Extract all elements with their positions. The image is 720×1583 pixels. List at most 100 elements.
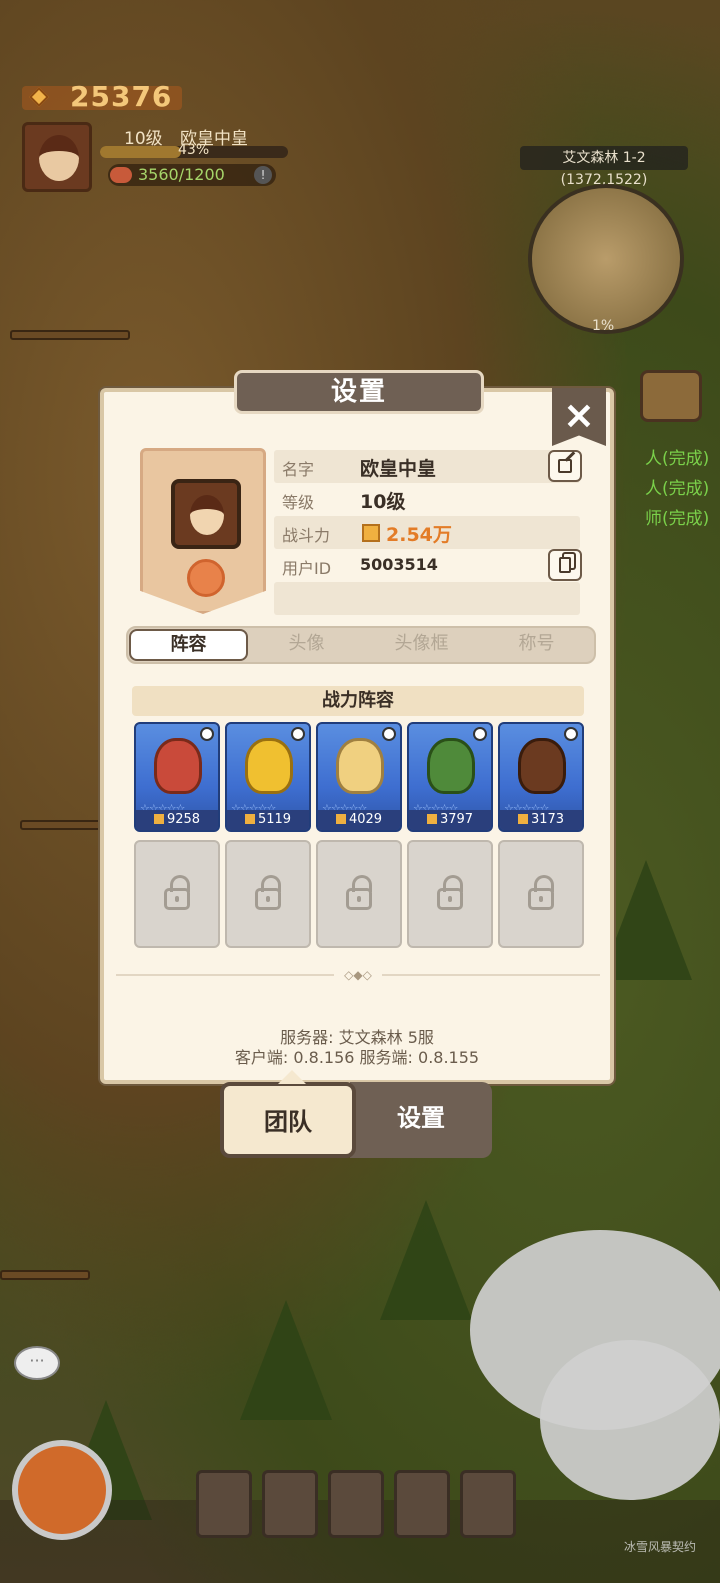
xp-percent: 43% bbox=[178, 142, 210, 158]
uid-label: 用户ID bbox=[282, 559, 332, 578]
chat-icon[interactable]: ··· bbox=[14, 1346, 60, 1380]
class-icon bbox=[291, 727, 305, 741]
edit-icon bbox=[558, 459, 572, 473]
gold-icon bbox=[29, 87, 49, 107]
power-icon bbox=[153, 814, 164, 824]
level-row: 等级 10级 bbox=[274, 483, 580, 516]
tab-team[interactable]: 团队 bbox=[220, 1070, 356, 1158]
power-row: 战斗力 2.54万 bbox=[274, 516, 580, 549]
team-member[interactable] bbox=[196, 1470, 252, 1538]
locked-slot[interactable] bbox=[316, 840, 402, 948]
hero-card[interactable]: ☆☆☆☆☆ 5119 bbox=[225, 722, 311, 832]
settings-dialog: 设置 ✕ 名字 欧皇中皇 等级 10级 战斗力 2.54万 用户ID 50035… bbox=[100, 370, 614, 1084]
background-fence bbox=[0, 1270, 90, 1280]
gold-value: 25376 bbox=[70, 80, 173, 113]
hero-portrait bbox=[245, 738, 293, 794]
hero-power: 3173 bbox=[500, 810, 582, 830]
name-row: 名字 欧皇中皇 bbox=[274, 450, 582, 483]
profile-avatar[interactable] bbox=[171, 479, 241, 549]
locked-slot[interactable] bbox=[134, 840, 220, 948]
quest-item[interactable]: 人(完成) bbox=[645, 474, 709, 499]
quest-item[interactable]: 人(完成) bbox=[645, 444, 709, 469]
power-icon bbox=[426, 814, 437, 824]
level-label: 等级 bbox=[282, 493, 315, 512]
quest-item[interactable]: 师(完成) bbox=[645, 504, 709, 529]
class-icon bbox=[382, 727, 396, 741]
locked-slot[interactable] bbox=[225, 840, 311, 948]
minimap[interactable] bbox=[528, 184, 684, 334]
background-tree bbox=[380, 1200, 472, 1320]
power-icon bbox=[517, 814, 528, 824]
emblem-icon bbox=[187, 559, 225, 597]
background-tree bbox=[240, 1300, 332, 1420]
player-avatar[interactable] bbox=[22, 122, 92, 192]
food-counter: 3560/1200 ! bbox=[108, 164, 276, 186]
name-label: 名字 bbox=[282, 460, 315, 479]
hero-power: 4029 bbox=[318, 810, 400, 830]
class-icon bbox=[473, 727, 487, 741]
profile-banner bbox=[140, 448, 266, 614]
lineup-title: 战力阵容 bbox=[132, 686, 584, 716]
tab-avatar[interactable]: 头像 bbox=[249, 628, 364, 662]
hero-portrait bbox=[518, 738, 566, 794]
close-button[interactable]: ✕ bbox=[552, 388, 606, 446]
info-icon[interactable]: ! bbox=[254, 166, 272, 184]
lock-icon bbox=[164, 875, 190, 910]
background-fence bbox=[10, 330, 130, 340]
class-icon bbox=[564, 727, 578, 741]
meat-icon bbox=[110, 167, 132, 183]
divider-ornament: ◇◆◇ bbox=[334, 966, 382, 984]
xp-bar-fill bbox=[100, 146, 181, 158]
profile-tabs: 阵容 头像 头像框 称号 bbox=[126, 626, 596, 664]
power-value: 2.54万 bbox=[386, 524, 452, 546]
power-icon bbox=[362, 524, 380, 542]
tab-title[interactable]: 称号 bbox=[479, 628, 594, 662]
empty-row bbox=[274, 582, 580, 615]
hero-portrait bbox=[427, 738, 475, 794]
hero-power: 3797 bbox=[409, 810, 491, 830]
lock-icon bbox=[255, 875, 281, 910]
hero-card[interactable]: ☆☆☆☆☆ 3797 bbox=[407, 722, 493, 832]
locked-slot[interactable] bbox=[407, 840, 493, 948]
copy-uid-button[interactable] bbox=[548, 549, 582, 581]
name-value: 欧皇中皇 bbox=[360, 458, 437, 480]
leader-portrait[interactable] bbox=[12, 1440, 112, 1540]
tab-settings[interactable]: 设置 bbox=[350, 1082, 492, 1158]
power-icon bbox=[335, 814, 346, 824]
tab-avatar-frame[interactable]: 头像框 bbox=[364, 628, 479, 662]
locked-slot[interactable] bbox=[498, 840, 584, 948]
hero-portrait bbox=[154, 738, 202, 794]
fog-cloud bbox=[540, 1340, 720, 1500]
hero-portrait bbox=[336, 738, 384, 794]
area-name: 艾文森林 1-2 bbox=[520, 146, 688, 170]
uid-row: 用户ID 5003514 bbox=[274, 549, 582, 582]
lock-icon bbox=[437, 875, 463, 910]
gold-counter: 25376 bbox=[22, 80, 182, 113]
food-value: 3560/1200 bbox=[138, 165, 225, 184]
power-label: 战斗力 bbox=[282, 526, 331, 545]
uid-value: 5003514 bbox=[360, 555, 438, 574]
lock-icon bbox=[528, 875, 554, 910]
team-member[interactable] bbox=[394, 1470, 450, 1538]
quest-button[interactable] bbox=[640, 370, 702, 422]
profile-info: 名字 欧皇中皇 等级 10级 战斗力 2.54万 用户ID 5003514 bbox=[274, 450, 582, 615]
explore-percent: 1% bbox=[592, 318, 615, 334]
level-value: 10级 bbox=[360, 491, 406, 513]
lock-icon bbox=[346, 875, 372, 910]
class-icon bbox=[200, 727, 214, 741]
version-info: 客户端: 0.8.156 服务端: 0.8.155 bbox=[234, 1048, 480, 1067]
edit-name-button[interactable] bbox=[548, 450, 582, 482]
team-member[interactable] bbox=[460, 1470, 516, 1538]
team-member[interactable] bbox=[262, 1470, 318, 1538]
hero-card[interactable]: ☆☆☆☆☆ 4029 bbox=[316, 722, 402, 832]
hero-card[interactable]: ☆☆☆☆☆ 9258 bbox=[134, 722, 220, 832]
team-member[interactable] bbox=[328, 1470, 384, 1538]
hero-power: 5119 bbox=[227, 810, 309, 830]
close-icon: ✕ bbox=[563, 396, 595, 437]
tab-lineup[interactable]: 阵容 bbox=[129, 629, 248, 661]
copy-icon bbox=[559, 557, 571, 573]
hero-card[interactable]: ☆☆☆☆☆ 3173 bbox=[498, 722, 584, 832]
team-strip bbox=[196, 1470, 516, 1538]
power-icon bbox=[244, 814, 255, 824]
hero-grid: ☆☆☆☆☆ 9258 ☆☆☆☆☆ 5119 ☆☆☆☆☆ 4029 ☆☆☆☆☆ 3… bbox=[134, 722, 586, 948]
